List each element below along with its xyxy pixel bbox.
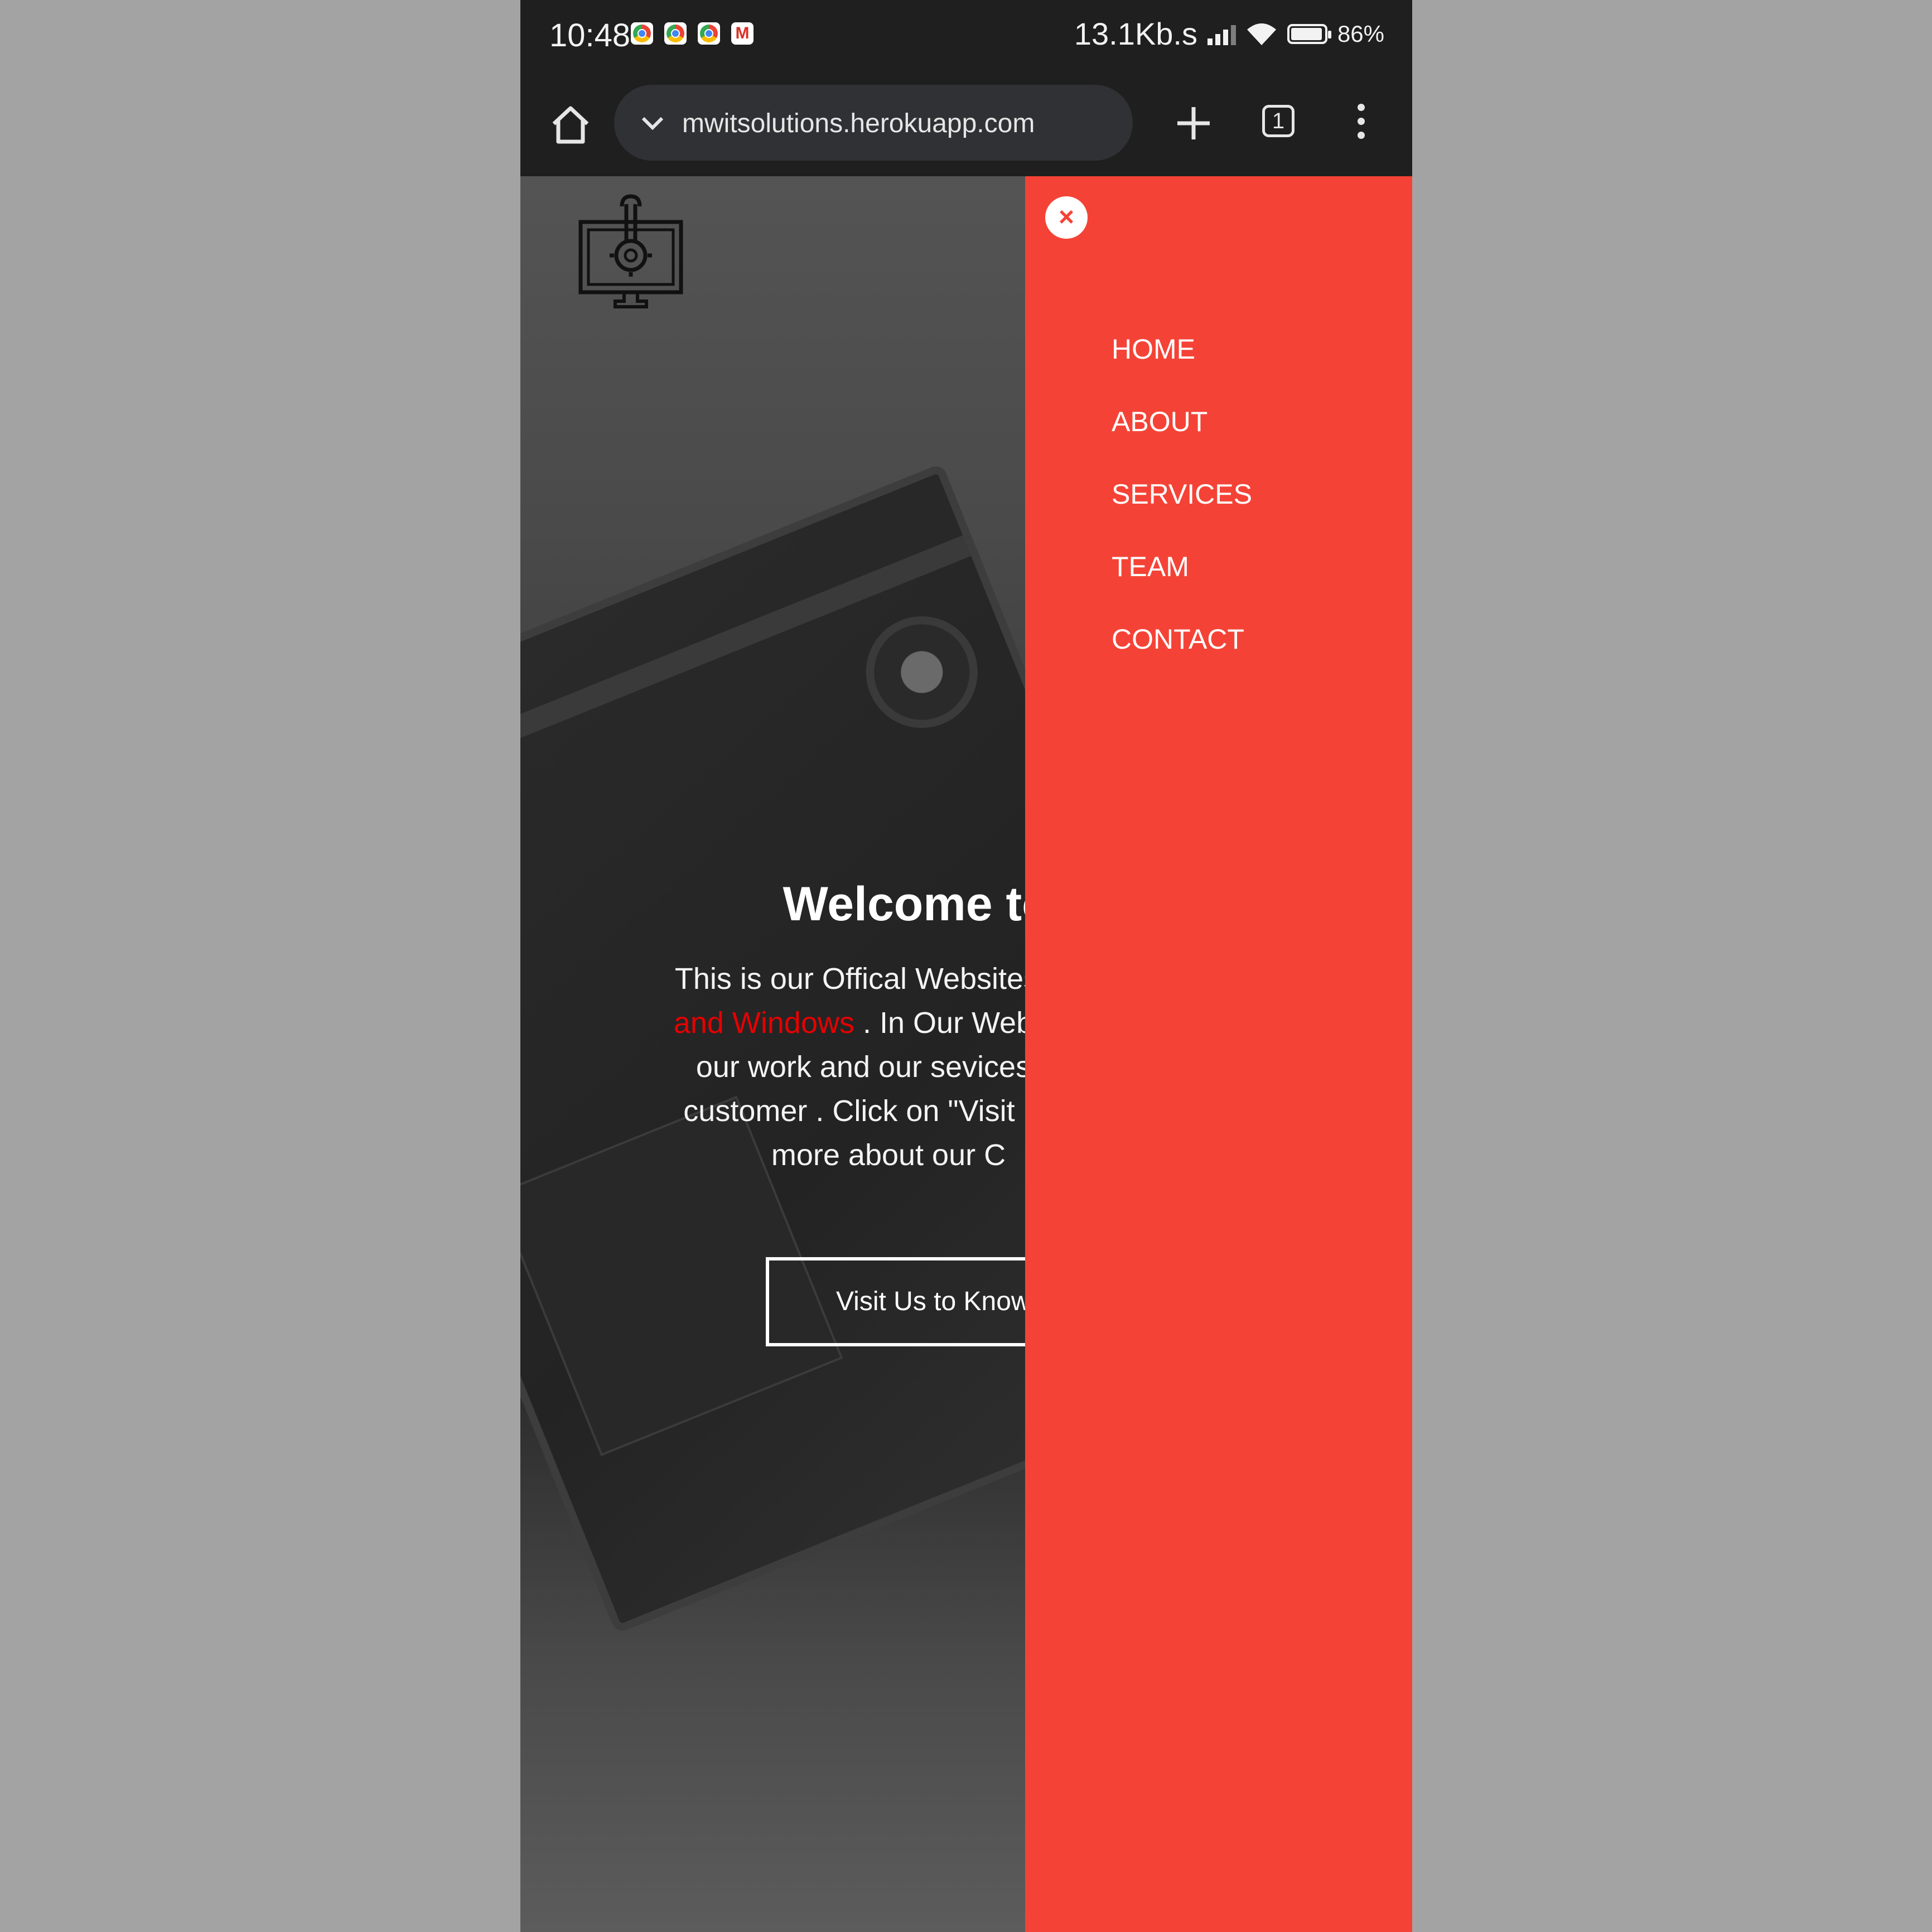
tab-switcher-button[interactable]: 1 [1262, 105, 1295, 137]
nav-item-about[interactable]: ABOUT [1112, 405, 1252, 477]
chevron-down-icon[interactable] [639, 109, 666, 137]
side-nav-drawer: × HOME ABOUT SERVICES TEAM CONTACT [1025, 176, 1412, 1932]
status-time: 10:48 [549, 17, 631, 54]
address-bar[interactable]: mwitsolutions.herokuapp.com [614, 85, 1133, 161]
chrome-icon [664, 22, 687, 45]
wifi-icon [1247, 23, 1276, 45]
nav-item-contact[interactable]: CONTACT [1112, 622, 1252, 695]
nav-menu: HOME ABOUT SERVICES TEAM CONTACT [1112, 332, 1252, 695]
url-text[interactable]: mwitsolutions.herokuapp.com [682, 108, 1035, 139]
more-menu-icon[interactable] [1353, 104, 1369, 144]
notification-icons: M [631, 22, 754, 45]
hero-title-prefix: Welcome to [783, 877, 1065, 931]
chrome-icon [698, 22, 720, 45]
new-tab-icon[interactable] [1173, 103, 1214, 144]
close-icon[interactable]: × [1045, 196, 1088, 239]
status-indicators: 13.1Kb.s 86% [1074, 16, 1384, 52]
status-bar: 10:48 M 13.1Kb.s 86% [520, 0, 1412, 69]
hero-text-highlight: and Windows [673, 1006, 854, 1040]
site-logo-icon[interactable] [576, 193, 688, 310]
battery-icon [1287, 23, 1331, 44]
nav-item-home[interactable]: HOME [1112, 332, 1252, 405]
chrome-icon [631, 22, 653, 45]
nav-item-services[interactable]: SERVICES [1112, 477, 1252, 550]
phone-screen: 10:48 M 13.1Kb.s 86% mwitsolutions.herok… [520, 0, 1412, 1932]
signal-icon [1207, 23, 1236, 45]
network-speed: 13.1Kb.s [1074, 16, 1197, 51]
home-icon[interactable] [548, 103, 593, 147]
battery-percentage: 86% [1337, 20, 1384, 47]
browser-toolbar: mwitsolutions.herokuapp.com 1 [520, 69, 1412, 176]
gmail-icon: M [731, 22, 754, 45]
nav-item-team[interactable]: TEAM [1112, 550, 1252, 622]
